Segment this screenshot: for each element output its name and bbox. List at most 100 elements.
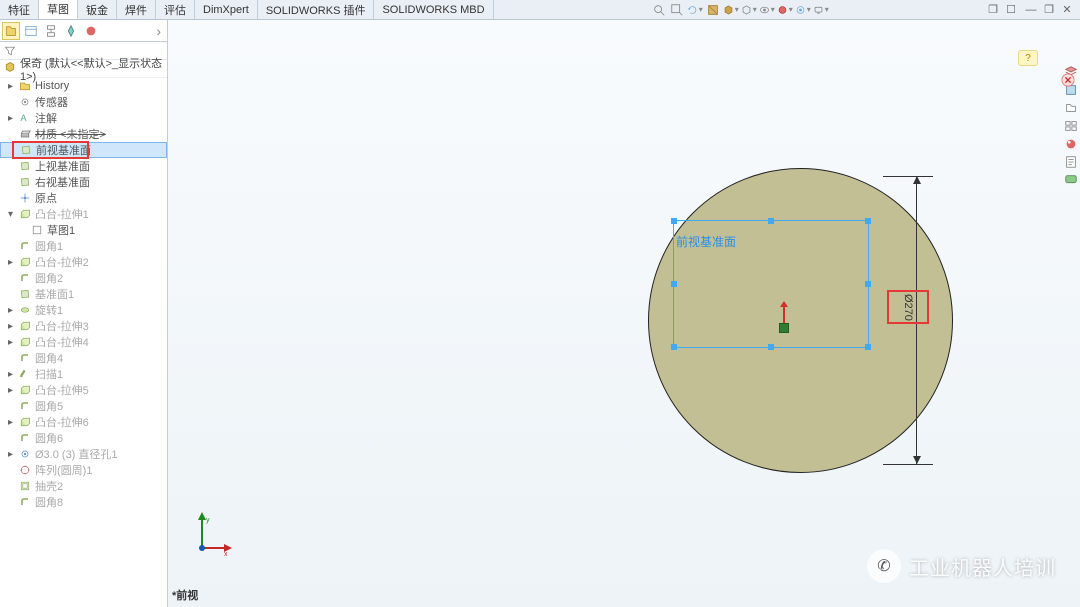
appearances-tab-icon[interactable]: [1063, 136, 1079, 152]
tab-sketch[interactable]: 草图: [39, 0, 78, 19]
tree-node-sk1[interactable]: 草图1: [0, 222, 167, 238]
feature-tree[interactable]: ▸History传感器▸A注解材质 <未指定>前视基准面上视基准面右视基准面原点…: [0, 78, 167, 607]
prev-view-icon[interactable]: [687, 2, 703, 18]
forum-tab-icon[interactable]: [1063, 172, 1079, 188]
expand-icon[interactable]: ▸: [6, 257, 15, 268]
tree-node-label: 基准面1: [35, 286, 74, 302]
doc-restore-icon[interactable]: ❐: [986, 3, 1000, 17]
expand-icon[interactable]: ▸: [6, 417, 15, 428]
plane-handle-e[interactable]: [865, 281, 871, 287]
configuration-manager-icon[interactable]: [42, 22, 60, 40]
plane-handle-w[interactable]: [671, 281, 677, 287]
tab-plugins[interactable]: SOLIDWORKS 插件: [258, 0, 375, 19]
tree-node-history[interactable]: ▸History: [0, 78, 167, 94]
display-style-icon[interactable]: [741, 2, 757, 18]
minimize-icon[interactable]: —: [1024, 3, 1038, 17]
tree-node-material[interactable]: 材质 <未指定>: [0, 126, 167, 142]
tree-node-ext4[interactable]: ▸凸台-拉伸4: [0, 334, 167, 350]
tree-root[interactable]: 保奇 (默认<<默认>_显示状态 1>): [0, 60, 167, 78]
expand-icon[interactable]: ▸: [6, 369, 15, 380]
tree-node-origin[interactable]: 原点: [0, 190, 167, 206]
tree-node-ext1[interactable]: ▾凸台-拉伸1: [0, 206, 167, 222]
tree-node-hole1[interactable]: ▸Ø3.0 (3) 直径孔1: [0, 446, 167, 462]
tree-node-fil2[interactable]: 圆角2: [0, 270, 167, 286]
task-pane-close-icon[interactable]: [1060, 72, 1076, 88]
tree-node-base1[interactable]: 基准面1: [0, 286, 167, 302]
property-manager-icon[interactable]: [22, 22, 40, 40]
section-view-icon[interactable]: [705, 2, 721, 18]
tree-node-label: 原点: [35, 190, 57, 206]
tree-node-ext6[interactable]: ▸凸台-拉伸6: [0, 414, 167, 430]
tree-node-fil4[interactable]: 圆角4: [0, 350, 167, 366]
tab-mbd[interactable]: SOLIDWORKS MBD: [374, 0, 493, 19]
tab-sheetmetal[interactable]: 钣金: [78, 0, 117, 19]
expand-icon[interactable]: ▸: [6, 81, 15, 92]
help-tip-icon[interactable]: ?: [1018, 50, 1038, 66]
expand-icon[interactable]: ▸: [6, 337, 15, 348]
zoom-area-icon[interactable]: [669, 2, 685, 18]
plane-handle-nw[interactable]: [671, 218, 677, 224]
tree-node-ext2[interactable]: ▸凸台-拉伸2: [0, 254, 167, 270]
tree-node-fil8[interactable]: 圆角8: [0, 494, 167, 510]
display-manager-icon[interactable]: [82, 22, 100, 40]
expand-icon[interactable]: ▸: [6, 321, 15, 332]
tree-node-ext5[interactable]: ▸凸台-拉伸5: [0, 382, 167, 398]
tree-node-pat1[interactable]: 阵列(圆周)1: [0, 462, 167, 478]
expand-icon[interactable]: ▸: [6, 449, 15, 460]
close-icon[interactable]: ✕: [1060, 3, 1074, 17]
tab-dimxpert[interactable]: DimXpert: [195, 0, 258, 19]
tree-node-fil6[interactable]: 圆角6: [0, 430, 167, 446]
tree-node-fil5[interactable]: 圆角5: [0, 398, 167, 414]
plane-handle-s[interactable]: [768, 344, 774, 350]
tree-node-label: 圆角2: [35, 270, 63, 286]
expand-icon[interactable]: ▸: [6, 385, 15, 396]
tree-node-sweep1[interactable]: ▸扫描1: [0, 366, 167, 382]
view-triad[interactable]: y x: [194, 510, 234, 559]
plane-handle-ne[interactable]: [865, 218, 871, 224]
tree-node-frontplane[interactable]: 前视基准面: [0, 142, 167, 158]
main-body: › 保奇 (默认<<默认>_显示状态 1>) ▸History传感器▸A注解材质…: [0, 20, 1080, 607]
view-orientation-icon[interactable]: [723, 2, 739, 18]
restore-icon[interactable]: ❐: [1042, 3, 1056, 17]
tree-node-annot[interactable]: ▸A注解: [0, 110, 167, 126]
view-palette-tab-icon[interactable]: [1063, 118, 1079, 134]
graphics-area[interactable]: Ø270 前视基准面: [168, 20, 1080, 607]
expand-icon[interactable]: ▸: [6, 113, 15, 124]
tree-node-shell2[interactable]: 抽壳2: [0, 478, 167, 494]
file-explorer-tab-icon[interactable]: [1063, 100, 1079, 116]
expand-icon[interactable]: ▾: [6, 209, 15, 220]
tree-node-fil1[interactable]: 圆角1: [0, 238, 167, 254]
custom-properties-tab-icon[interactable]: [1063, 154, 1079, 170]
expand-icon[interactable]: ▸: [6, 305, 15, 316]
tree-node-ext3[interactable]: ▸凸台-拉伸3: [0, 318, 167, 334]
dimension-diameter-callout[interactable]: Ø270: [887, 290, 929, 324]
tree-node-sensor[interactable]: 传感器: [0, 94, 167, 110]
fm-tree-icon[interactable]: [2, 22, 20, 40]
hide-show-icon[interactable]: [759, 2, 775, 18]
panel-next-icon[interactable]: ›: [152, 23, 165, 39]
svg-text:A: A: [21, 113, 27, 123]
command-tabs: 特征 草图 钣金 焊件 评估 DimXpert SOLIDWORKS 插件 SO…: [0, 0, 1080, 20]
tree-node-label: 右视基准面: [35, 174, 90, 190]
view-settings-icon[interactable]: [813, 2, 829, 18]
tab-evaluate[interactable]: 评估: [156, 0, 195, 19]
apply-scene-icon[interactable]: [795, 2, 811, 18]
plane-handle-se[interactable]: [865, 344, 871, 350]
tree-node-rightplane[interactable]: 右视基准面: [0, 174, 167, 190]
fillet-icon: [18, 496, 32, 508]
tab-feature[interactable]: 特征: [0, 0, 39, 19]
tree-node-rot1[interactable]: ▸旋转1: [0, 302, 167, 318]
edit-appearance-icon[interactable]: [777, 2, 793, 18]
tree-node-topplane[interactable]: 上视基准面: [0, 158, 167, 174]
plane-handle-n[interactable]: [768, 218, 774, 224]
feature-manager-panel: › 保奇 (默认<<默认>_显示状态 1>) ▸History传感器▸A注解材质…: [0, 20, 168, 607]
plane-icon: [19, 144, 33, 156]
doc-max-icon[interactable]: ☐: [1004, 3, 1018, 17]
dimxpert-manager-icon[interactable]: [62, 22, 80, 40]
task-pane-tabs: [1062, 44, 1080, 188]
tree-node-label: 圆角8: [35, 494, 63, 510]
tab-weldment[interactable]: 焊件: [117, 0, 156, 19]
zoom-fit-icon[interactable]: [651, 2, 667, 18]
plane-handle-sw[interactable]: [671, 344, 677, 350]
origin-marker[interactable]: [779, 305, 789, 333]
